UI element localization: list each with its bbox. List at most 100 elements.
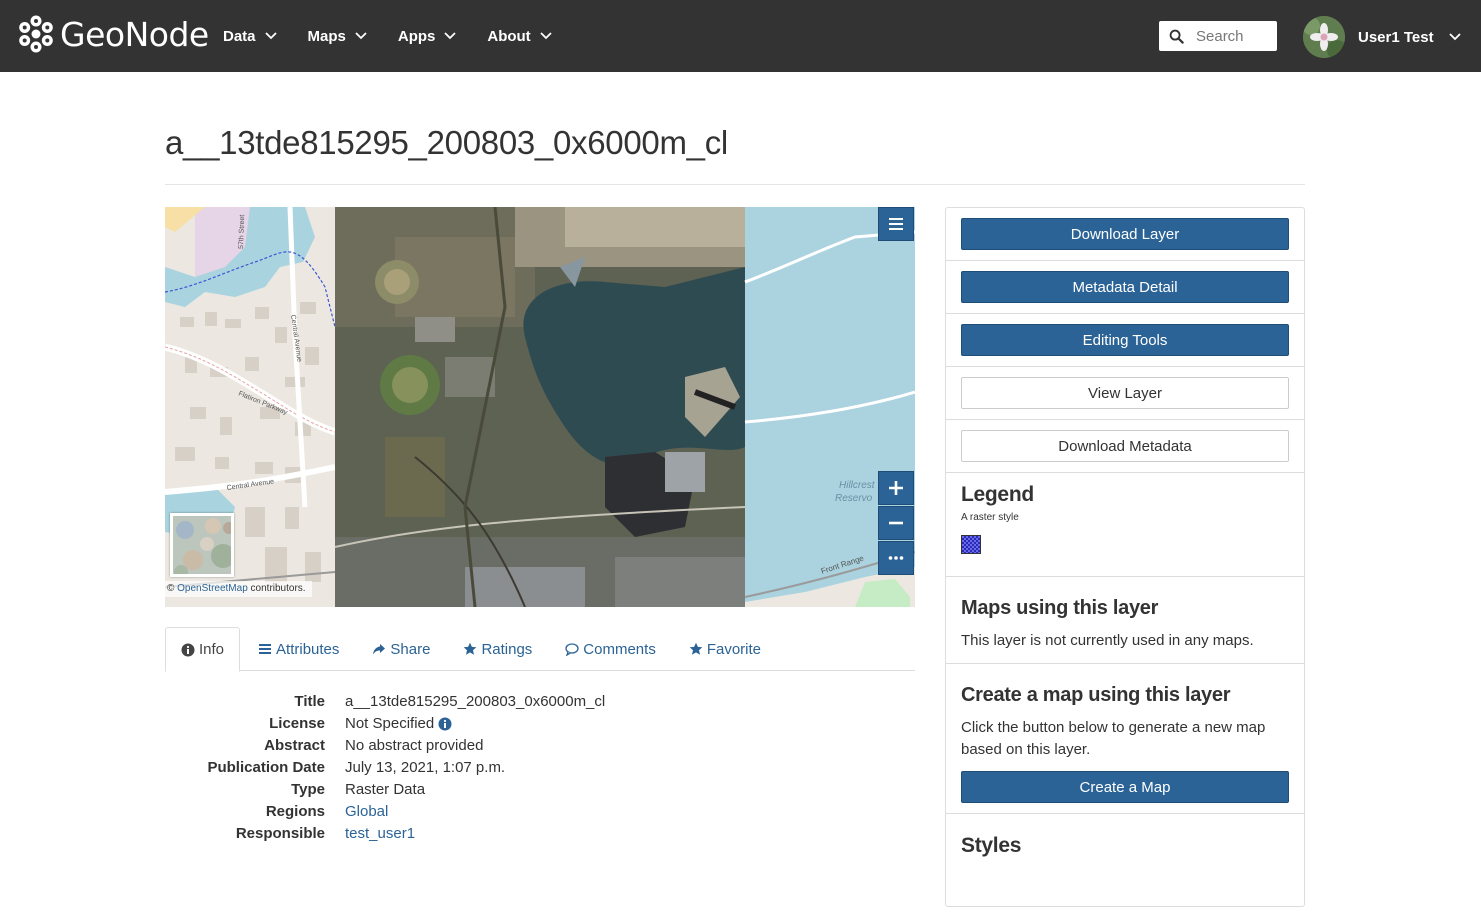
avatar: [1303, 16, 1345, 58]
info-value-abstract: No abstract provided: [345, 737, 484, 754]
nav-about-dropdown[interactable]: About: [487, 27, 552, 45]
tab-info[interactable]: Info: [165, 627, 241, 672]
nav-apps-dropdown[interactable]: Apps: [398, 28, 457, 45]
user-menu-dropdown[interactable]: User1 Test: [1303, 16, 1461, 58]
info-row-license: License Not Specified: [165, 713, 915, 735]
chevron-down-icon: [444, 32, 456, 40]
tab-favorite[interactable]: Favorite: [674, 627, 776, 671]
info-value-title: a__13tde815295_200803_0x6000m_cl: [345, 693, 606, 710]
download-layer-button[interactable]: Download Layer: [961, 218, 1289, 250]
tab-comments[interactable]: Comments: [550, 627, 671, 671]
page-title: a__13tde815295_200803_0x6000m_cl: [165, 124, 728, 161]
tab-share-label: Share: [390, 640, 431, 658]
tab-attributes-label: Attributes: [276, 640, 340, 658]
nav-maps-label: Maps: [307, 27, 346, 45]
top-navbar: GeoNode Data Maps Apps About Search User…: [0, 0, 1481, 72]
nav-maps-dropdown[interactable]: Maps: [308, 28, 367, 45]
zoom-in-button[interactable]: [878, 471, 914, 505]
sidebar-row: Metadata Detail: [946, 261, 1304, 314]
attribution-suffix: contributors.: [247, 583, 306, 594]
zoom-out-button[interactable]: [878, 506, 914, 540]
info-label: Title: [294, 693, 325, 710]
street-label: 57th Street: [238, 215, 246, 250]
map-attribution: © OpenStreetMap contributors.: [165, 581, 312, 597]
metadata-detail-button[interactable]: Metadata Detail: [961, 271, 1289, 303]
info-label: Responsible: [235, 825, 325, 842]
chevron-down-icon: [540, 32, 552, 40]
sidebar-row: View Layer: [946, 367, 1304, 420]
info-label: Publication Date: [207, 759, 325, 776]
info-value-license: Not Specified: [345, 713, 452, 735]
maps-using-text: This layer is not currently used in any …: [961, 632, 1254, 649]
nav-data-dropdown[interactable]: Data: [223, 28, 277, 45]
tab-info-label: Info: [199, 641, 225, 658]
maps-using-title: Maps using this layer: [961, 597, 1159, 619]
map-label: Reservo: [835, 493, 873, 504]
search-input[interactable]: [1196, 27, 1276, 45]
tab-share[interactable]: Share: [357, 627, 445, 671]
map-viewer[interactable]: 57th Street Central Avenue Flatiron Park…: [165, 207, 915, 607]
legend-subtitle: A raster style: [961, 512, 1019, 523]
overview-map-thumbnail: [173, 516, 231, 574]
tab-attributes[interactable]: Attributes: [243, 627, 354, 671]
editing-tools-button[interactable]: Editing Tools: [961, 324, 1289, 356]
map-label: Hillcrest: [839, 480, 876, 491]
star-icon: [464, 642, 477, 655]
create-map-title: Create a map using this layer: [961, 684, 1231, 706]
info-row-regions: Regions Global: [165, 801, 915, 823]
license-text: Not Specified: [345, 715, 435, 732]
user-name: User1 Test: [1358, 28, 1434, 46]
share-icon: [373, 644, 386, 655]
info-row-type: Type Raster Data: [165, 779, 915, 801]
plus-icon: [889, 481, 903, 495]
styles-title: Styles: [961, 834, 1022, 857]
create-map-section: Create a map using this layer Click the …: [946, 664, 1304, 814]
attribution-prefix: ©: [167, 583, 178, 594]
minus-icon: [889, 521, 903, 525]
avatar-flower-image: [1303, 16, 1345, 58]
create-map-button[interactable]: Create a Map: [961, 771, 1289, 803]
view-layer-button[interactable]: View Layer: [961, 377, 1289, 409]
map-more-button[interactable]: [878, 541, 914, 575]
legend-section: Legend A raster style: [946, 473, 1304, 577]
tab-ratings[interactable]: Ratings: [448, 627, 547, 671]
info-label: License: [269, 715, 325, 732]
tab-ratings-label: Ratings: [481, 640, 533, 658]
responsible-user-link[interactable]: test_user1: [345, 823, 415, 845]
info-row-publication-date: Publication Date July 13, 2021, 1:07 p.m…: [165, 757, 915, 779]
chevron-down-icon: [1448, 33, 1461, 41]
regions-link[interactable]: Global: [345, 801, 388, 823]
info-label: Regions: [265, 803, 325, 820]
legend-title: Legend: [961, 483, 1034, 506]
download-metadata-button[interactable]: Download Metadata: [961, 430, 1289, 462]
nav-data-label: Data: [223, 27, 256, 45]
brand-home-link[interactable]: GeoNode: [16, 12, 209, 56]
search-box: [1159, 21, 1277, 51]
map-canvas[interactable]: 57th Street Central Avenue Flatiron Park…: [165, 207, 915, 607]
info-row-title: Title a__13tde815295_200803_0x6000m_cl: [165, 691, 915, 713]
tab-favorite-label: Favorite: [706, 640, 762, 658]
hamburger-icon: [889, 218, 903, 230]
comment-icon: [565, 643, 579, 656]
map-menu-button[interactable]: [878, 207, 914, 241]
list-icon: [259, 644, 272, 654]
info-label: Type: [291, 781, 325, 798]
info-label: Abstract: [264, 737, 325, 754]
overview-map[interactable]: [170, 513, 234, 577]
chevron-down-icon: [264, 32, 277, 40]
info-circle-icon: [181, 643, 195, 656]
openstreetmap-link[interactable]: OpenStreetMap: [177, 583, 248, 594]
sidebar-row: Download Metadata: [946, 420, 1304, 473]
info-value-publication-date: July 13, 2021, 1:07 p.m.: [345, 759, 506, 776]
info-value-type: Raster Data: [345, 781, 426, 798]
styles-section: Styles: [946, 814, 1304, 870]
geonode-logo-icon: [19, 15, 53, 53]
nav-about-label: About: [487, 27, 531, 45]
ellipsis-icon: [888, 556, 904, 560]
brand-name: GeoNode: [60, 14, 209, 54]
info-circle-icon[interactable]: [438, 717, 452, 731]
tab-comments-label: Comments: [583, 640, 656, 658]
sidebar-row: Download Layer: [946, 208, 1304, 261]
maps-using-section: Maps using this layer This layer is not …: [946, 577, 1304, 664]
info-row-abstract: Abstract No abstract provided: [165, 735, 915, 757]
